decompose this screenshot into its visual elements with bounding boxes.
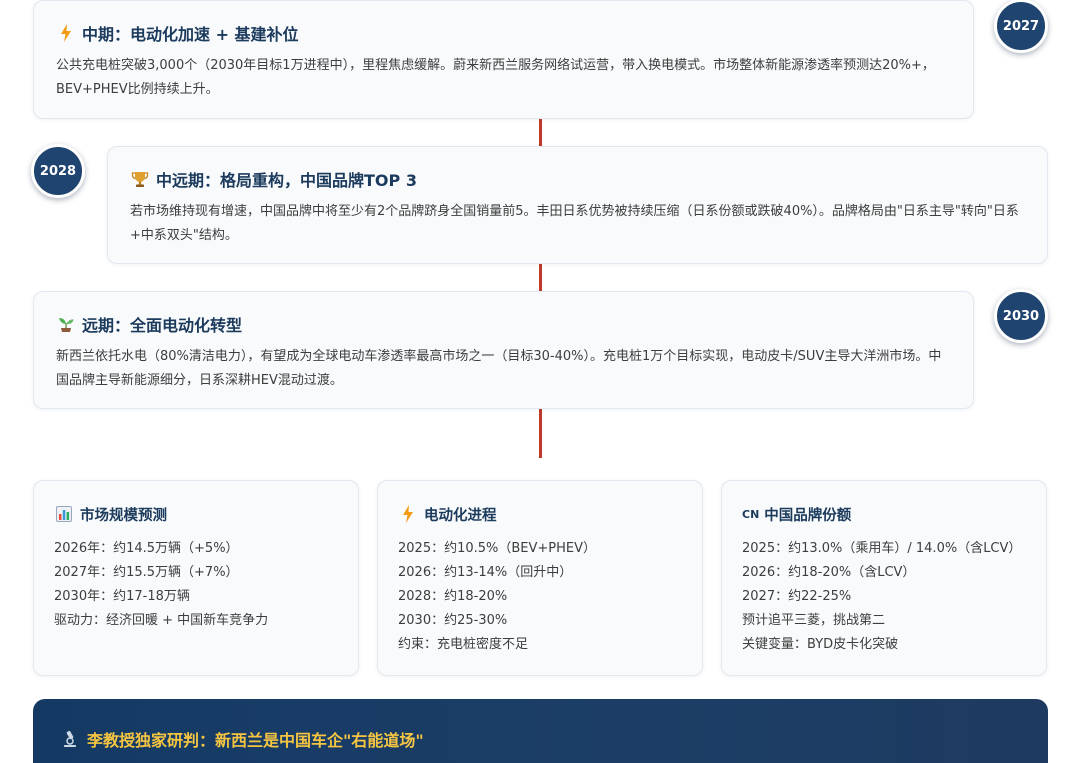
card-title: 远期：全面电动化转型 [82, 316, 243, 335]
card-header: 市场规模预测 [54, 503, 338, 525]
outlook-page: 中期：电动化加速 + 基建补位 公共充电桩突破3,000个（2030年目标1万进… [0, 0, 1080, 763]
list-item: 2026年：约14.5万辆（+5%） [54, 541, 239, 556]
lightning-icon [56, 23, 76, 43]
card-body: 若市场维持现有增速，中国品牌中将至少有2个品牌跻身全国销量前5。丰田日系优势被持… [130, 204, 1019, 243]
card-header: CN 中国品牌份额 [742, 503, 1026, 525]
summary-list: 2025：约10.5%（BEV+PHEV） 2026：约13-14%（回升中） … [398, 537, 682, 657]
year-badge-2030: 2030 [994, 289, 1048, 343]
card-header: 远期：全面电动化转型 [56, 312, 951, 336]
card-header: 中期：电动化加速 + 基建补位 [56, 21, 951, 45]
timeline-card-2027: 中期：电动化加速 + 基建补位 公共充电桩突破3,000个（2030年目标1万进… [33, 0, 974, 119]
card-title: 中国品牌份额 [764, 507, 852, 524]
list-item: 约束：充电桩密度不足 [398, 637, 529, 652]
list-item: 2025：约13.0%（乘用车）/ 14.0%（含LCV） [742, 541, 1022, 556]
list-item: 2030：约25-30% [398, 613, 508, 628]
timeline-card-2028: 中远期：格局重构，中国品牌TOP 3 若市场维持现有增速，中国品牌中将至少有2个… [107, 146, 1048, 264]
list-item: 关键变量：BYD皮卡化突破 [742, 637, 899, 652]
summary-list: 2025：约13.0%（乘用车）/ 14.0%（含LCV） 2026：约18-2… [742, 537, 1026, 657]
trophy-icon [130, 169, 150, 189]
list-item: 2027年：约15.5万辆（+7%） [54, 565, 239, 580]
summary-card-market-size: 市场规模预测 2026年：约14.5万辆（+5%） 2027年：约15.5万辆（… [33, 480, 359, 676]
list-item: 2026：约13-14%（回升中） [398, 565, 573, 580]
list-item: 2026：约18-20%（含LCV） [742, 565, 916, 580]
cn-flag-icon: CN [742, 507, 760, 521]
timeline-card-2030: 远期：全面电动化转型 新西兰依托水电（80%清洁电力），有望成为全球电动车渗透率… [33, 291, 974, 409]
timeline-connector [539, 409, 542, 458]
list-item: 2025：约10.5%（BEV+PHEV） [398, 541, 597, 556]
expert-insight-banner: 李教授独家研判：新西兰是中国车企"右能道场" [33, 699, 1048, 763]
card-body: 公共充电桩突破3,000个（2030年目标1万进程中），里程焦虑缓解。蔚来新西兰… [56, 58, 935, 97]
list-item: 驱动力：经济回暖 + 中国新车竞争力 [54, 613, 269, 628]
summary-list: 2026年：约14.5万辆（+5%） 2027年：约15.5万辆（+7%） 20… [54, 537, 338, 633]
year-badge-2028: 2028 [31, 144, 85, 198]
summary-card-electrification: 电动化进程 2025：约10.5%（BEV+PHEV） 2026：约13-14%… [377, 480, 703, 676]
list-item: 预计追平三菱，挑战第二 [742, 613, 886, 628]
card-header: 中远期：格局重构，中国品牌TOP 3 [130, 167, 1025, 191]
card-title: 电动化进程 [424, 507, 497, 524]
banner-header: 李教授独家研判：新西兰是中国车企"右能道场" [59, 727, 1022, 751]
timeline-connector [539, 264, 542, 291]
card-title: 市场规模预测 [80, 507, 167, 524]
year-badge-2027: 2027 [994, 0, 1048, 53]
summary-card-china-share: CN 中国品牌份额 2025：约13.0%（乘用车）/ 14.0%（含LCV） … [721, 480, 1047, 676]
bar-chart-icon [54, 504, 74, 524]
lightning-icon [398, 504, 418, 524]
card-title: 中远期：格局重构，中国品牌TOP 3 [156, 171, 417, 190]
timeline-connector [539, 119, 542, 146]
card-header: 电动化进程 [398, 503, 682, 525]
list-item: 2028：约18-20% [398, 589, 508, 604]
microscope-icon [59, 728, 81, 750]
card-title: 中期：电动化加速 + 基建补位 [82, 25, 299, 44]
list-item: 2030年：约17-18万辆 [54, 589, 190, 604]
banner-title: 李教授独家研判：新西兰是中国车企"右能道场" [87, 731, 424, 750]
card-body: 新西兰依托水电（80%清洁电力），有望成为全球电动车渗透率最高市场之一（目标30… [56, 349, 942, 388]
list-item: 2027：约22-25% [742, 589, 852, 604]
sprout-icon [56, 314, 76, 334]
